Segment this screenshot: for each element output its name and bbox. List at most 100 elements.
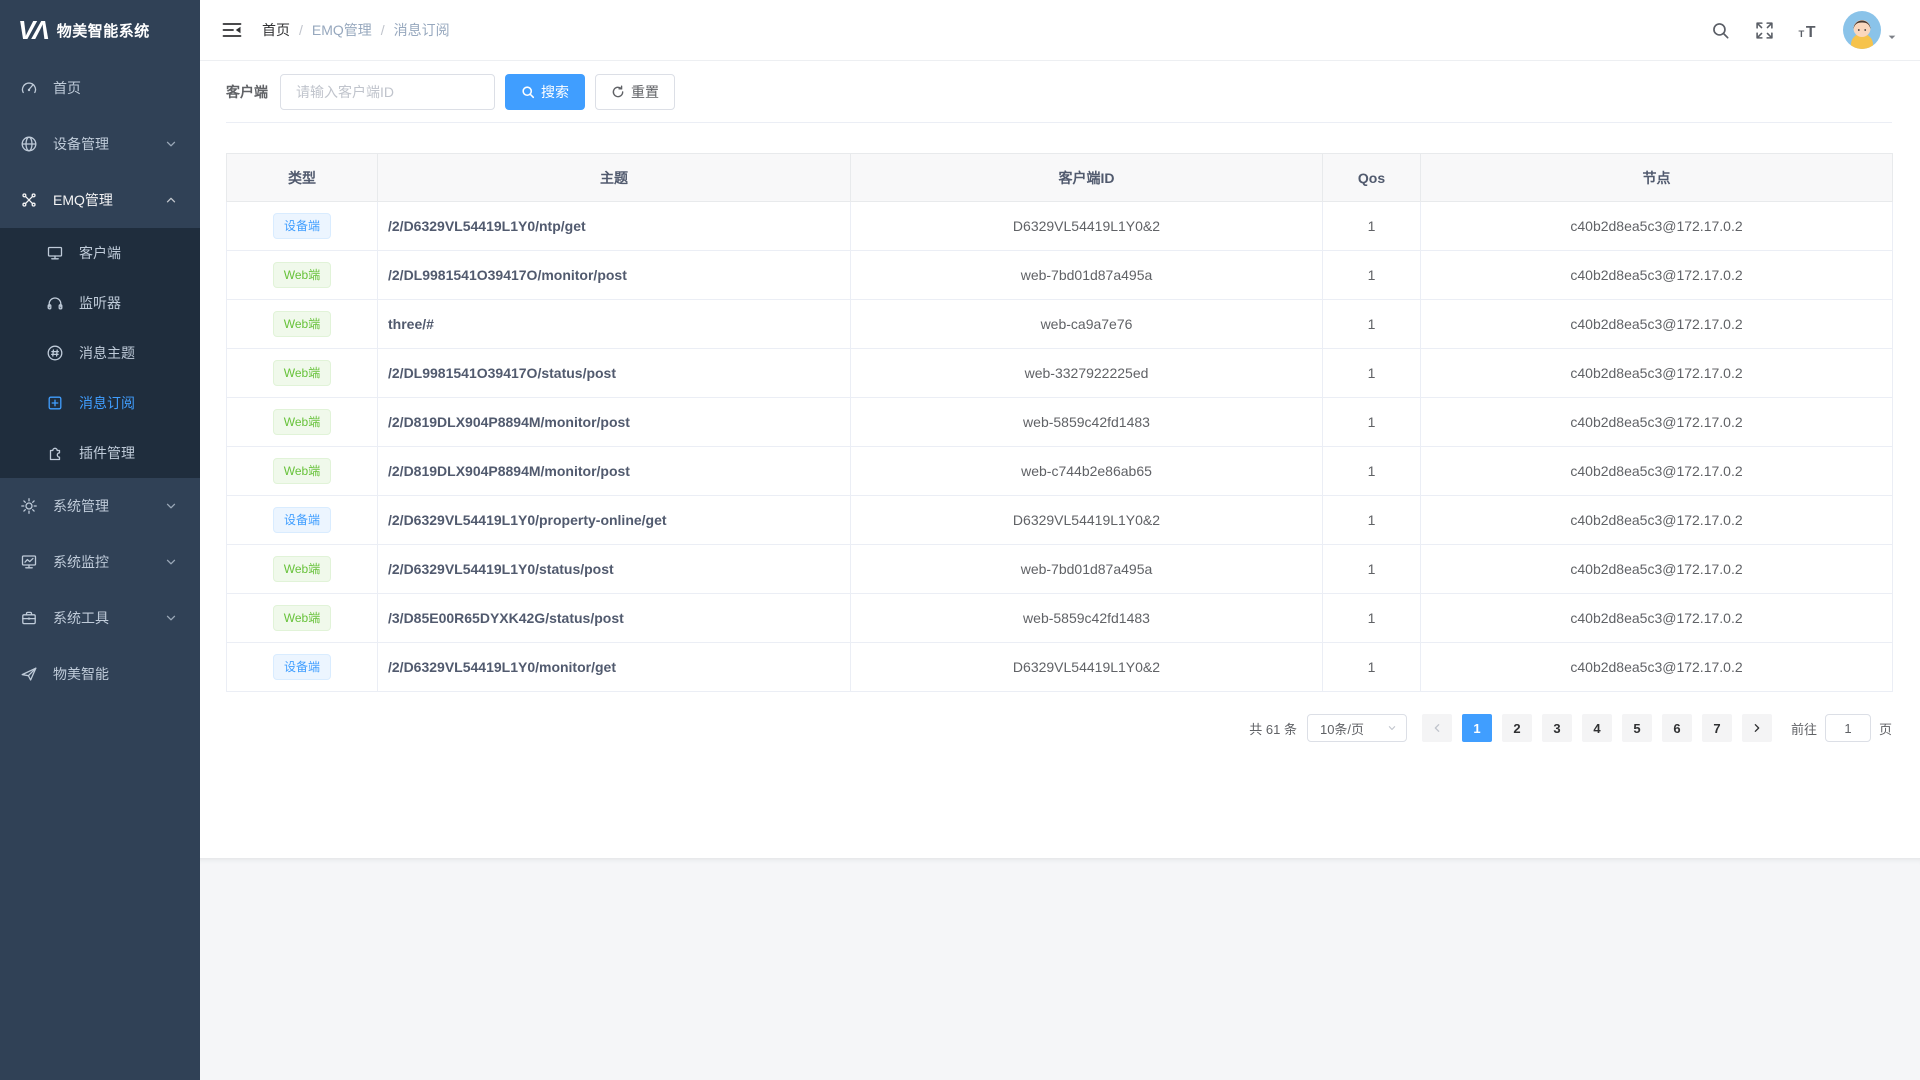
font-size-icon[interactable]: T T [1795, 17, 1821, 43]
topic-cell: /2/D6329VL54419L1Y0/property-online/get [378, 496, 851, 545]
topic-cell: /2/D6329VL54419L1Y0/ntp/get [378, 202, 851, 251]
app-root: VΛ 物美智能系统 首页设备管理 EMQ管理客户端监听器消息主题消息订阅插件管理系… [0, 0, 1920, 1080]
sidebar-item-label: 客户端 [79, 243, 180, 263]
svg-text:T: T [1805, 23, 1815, 39]
client-id-cell: D6329VL54419L1Y0&2 [851, 643, 1323, 692]
sidebar-item-plugin-mgmt[interactable]: 插件管理 [0, 428, 200, 478]
qos-cell: 1 [1323, 496, 1421, 545]
search-icon[interactable] [1707, 17, 1733, 43]
page-button-6[interactable]: 6 [1662, 714, 1692, 742]
client-id-search-input[interactable] [280, 74, 495, 110]
sidebar-item-label: 系统管理 [53, 496, 162, 516]
emq-x-icon [20, 191, 38, 209]
sidebar-submenu-emq-mgmt: 客户端监听器消息主题消息订阅插件管理 [0, 228, 200, 478]
table-row: Web端/3/D85E00R65DYXK42G/status/postweb-5… [227, 594, 1893, 643]
reset-button-label: 重置 [631, 82, 659, 102]
page-button-3[interactable]: 3 [1542, 714, 1572, 742]
node-cell: c40b2d8ea5c3@172.17.0.2 [1421, 398, 1893, 447]
client-id-cell: web-7bd01d87a495a [851, 251, 1323, 300]
table-row: 设备端/2/D6329VL54419L1Y0/monitor/getD6329V… [227, 643, 1893, 692]
page-button-2[interactable]: 2 [1502, 714, 1532, 742]
type-cell: Web端 [227, 300, 378, 349]
sidebar-item-client[interactable]: 客户端 [0, 228, 200, 278]
table-row: 设备端/2/D6329VL54419L1Y0/property-online/g… [227, 496, 1893, 545]
type-tag: 设备端 [273, 213, 331, 239]
node-cell: c40b2d8ea5c3@172.17.0.2 [1421, 349, 1893, 398]
type-tag: 设备端 [273, 654, 331, 680]
page-button-4[interactable]: 4 [1582, 714, 1612, 742]
sidebar-item-system-monitor[interactable]: 系统监控 [0, 534, 200, 590]
search-icon [521, 85, 535, 99]
qos-cell: 1 [1323, 545, 1421, 594]
breadcrumb-separator: / [381, 22, 385, 38]
toolbox-icon [20, 609, 38, 627]
page-button-5[interactable]: 5 [1622, 714, 1652, 742]
table-row: Web端/2/D819DLX904P8894M/monitor/postweb-… [227, 398, 1893, 447]
sidebar-toggle-button[interactable] [222, 21, 242, 39]
type-cell: Web端 [227, 398, 378, 447]
fullscreen-icon[interactable] [1751, 17, 1777, 43]
gauge-icon [20, 79, 38, 97]
client-id-cell: web-ca9a7e76 [851, 300, 1323, 349]
sidebar-item-label: 首页 [53, 78, 180, 98]
breadcrumb-item[interactable]: 首页 [262, 20, 290, 40]
type-cell: Web端 [227, 545, 378, 594]
sidebar-item-msg-topic[interactable]: 消息主题 [0, 328, 200, 378]
qos-cell: 1 [1323, 251, 1421, 300]
sidebar-item-emq-mgmt[interactable]: EMQ管理 [0, 172, 200, 228]
sidebar-item-label: 物美智能 [53, 664, 180, 684]
app-logo[interactable]: VΛ 物美智能系统 [0, 0, 200, 60]
page-background [200, 858, 1920, 1080]
topic-cell: /2/DL9981541O39417O/status/post [378, 349, 851, 398]
sidebar-item-system-tools[interactable]: 系统工具 [0, 590, 200, 646]
page-size-select[interactable]: 10条/页 [1307, 714, 1407, 742]
sidebar-item-listener[interactable]: 监听器 [0, 278, 200, 328]
qos-cell: 1 [1323, 202, 1421, 251]
type-tag: Web端 [273, 360, 331, 386]
sidebar-item-home[interactable]: 首页 [0, 60, 200, 116]
sidebar-item-device-mgmt[interactable]: 设备管理 [0, 116, 200, 172]
section-divider [226, 122, 1892, 123]
subscriptions-table: 类型主题客户端IDQos节点 设备端/2/D6329VL54419L1Y0/nt… [226, 153, 1893, 692]
goto-page-input[interactable] [1825, 714, 1871, 742]
topic-cell: /2/D819DLX904P8894M/monitor/post [378, 398, 851, 447]
node-cell: c40b2d8ea5c3@172.17.0.2 [1421, 251, 1893, 300]
type-tag: Web端 [273, 262, 331, 288]
sidebar-item-label: 系统工具 [53, 608, 162, 628]
sidebar-item-label: 插件管理 [79, 443, 180, 463]
next-page-button[interactable] [1742, 714, 1772, 742]
sidebar-item-system-mgmt[interactable]: 系统管理 [0, 478, 200, 534]
search-button[interactable]: 搜索 [505, 74, 585, 110]
chevron-down-icon [162, 497, 180, 515]
table-row: Web端/2/DL9981541O39417O/monitor/postweb-… [227, 251, 1893, 300]
node-cell: c40b2d8ea5c3@172.17.0.2 [1421, 202, 1893, 251]
hash-circle-icon [46, 344, 64, 362]
goto-unit-label: 页 [1879, 719, 1892, 738]
client-id-cell: web-7bd01d87a495a [851, 545, 1323, 594]
sidebar-item-wumei-smart[interactable]: 物美智能 [0, 646, 200, 702]
app-title: 物美智能系统 [57, 20, 150, 41]
page-number-list: 1234567 [1457, 714, 1737, 742]
prev-page-button[interactable] [1422, 714, 1452, 742]
type-tag: Web端 [273, 556, 331, 582]
page-button-1[interactable]: 1 [1462, 714, 1492, 742]
column-header-node: 节点 [1421, 154, 1893, 202]
node-cell: c40b2d8ea5c3@172.17.0.2 [1421, 496, 1893, 545]
qos-cell: 1 [1323, 447, 1421, 496]
sidebar-item-msg-subscribe[interactable]: 消息订阅 [0, 378, 200, 428]
qos-cell: 1 [1323, 643, 1421, 692]
refresh-icon [611, 85, 625, 99]
user-menu[interactable] [1843, 11, 1898, 49]
sidebar-item-label: 消息主题 [79, 343, 180, 363]
reset-button[interactable]: 重置 [595, 74, 675, 110]
sidebar-item-label: 设备管理 [53, 134, 162, 154]
avatar [1843, 11, 1881, 49]
type-tag: Web端 [273, 311, 331, 337]
column-header-topic: 主题 [378, 154, 851, 202]
page-button-7[interactable]: 7 [1702, 714, 1732, 742]
chevron-down-icon [162, 553, 180, 571]
breadcrumb-item[interactable]: EMQ管理 [312, 20, 372, 40]
navbar-actions: T T [1707, 11, 1898, 49]
node-cell: c40b2d8ea5c3@172.17.0.2 [1421, 447, 1893, 496]
qos-cell: 1 [1323, 300, 1421, 349]
